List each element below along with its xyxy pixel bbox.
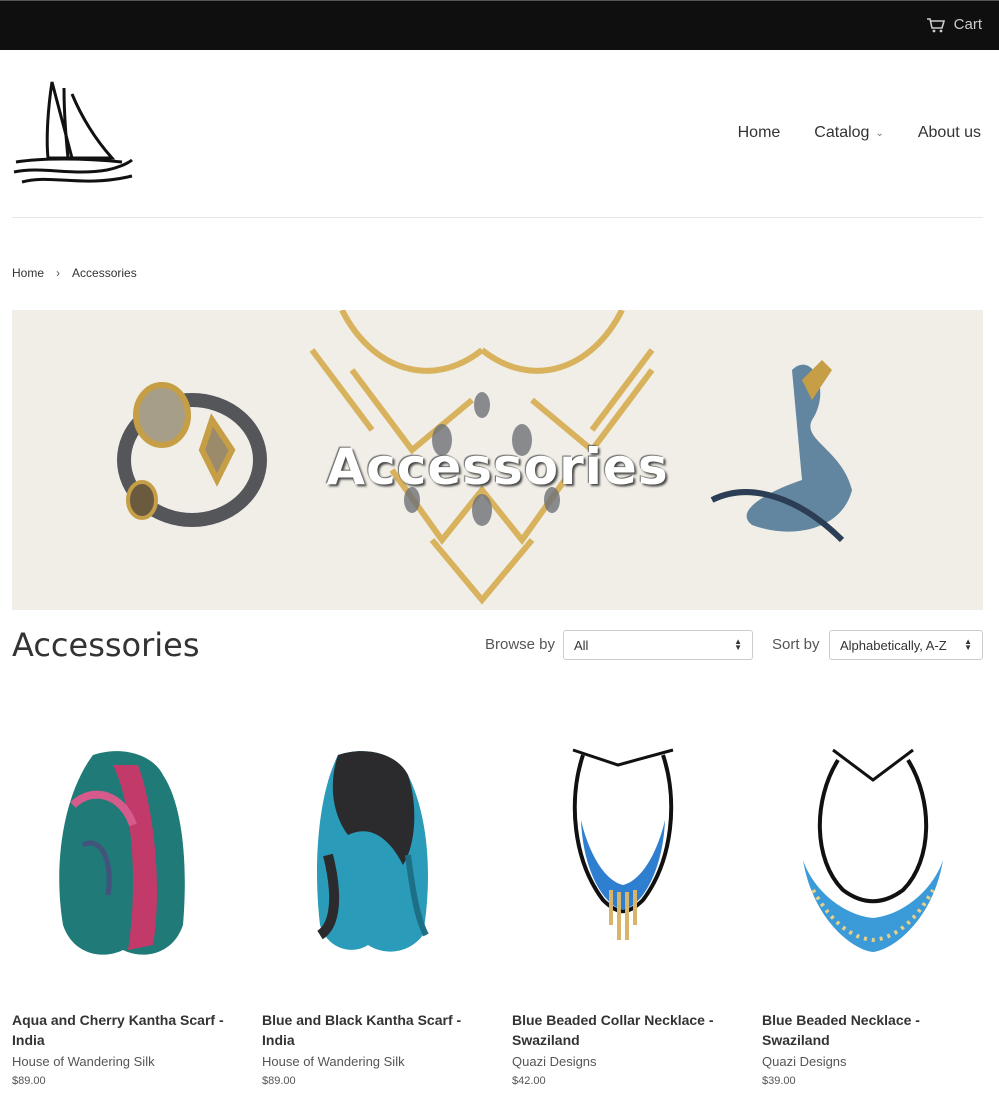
product-name[interactable]: Blue and Black Kantha Scarf - India: [262, 1010, 483, 1050]
collection-banner: Accessories: [12, 310, 983, 610]
top-bar: Cart: [0, 0, 999, 50]
browse-select-value: All: [574, 637, 589, 653]
product-grid: Aqua and Cherry Kantha Scarf - India Hou…: [12, 720, 983, 1087]
main-nav: Home Catalog ⌄ About us: [738, 124, 981, 142]
product-name[interactable]: Blue Beaded Necklace - Swaziland: [762, 1010, 983, 1050]
product-price: $89.00: [12, 1075, 46, 1087]
nav-about-label: About us: [917, 124, 981, 141]
product-card[interactable]: Blue Beaded Collar Necklace - Swaziland …: [512, 720, 733, 1087]
nav-catalog-label: Catalog: [814, 124, 870, 141]
product-image[interactable]: [262, 720, 483, 990]
sort-label: Sort by: [772, 636, 820, 653]
sort-select[interactable]: Alphabetically, A-Z ▲ ▼: [829, 630, 983, 660]
banner-title: Accessories: [326, 438, 669, 496]
breadcrumb: Home › Accessories: [12, 266, 137, 280]
nav-home-label: Home: [737, 124, 781, 141]
product-vendor: Quazi Designs: [512, 1054, 597, 1069]
browse-select[interactable]: All ▲ ▼: [563, 630, 753, 660]
product-vendor: House of Wandering Silk: [262, 1054, 405, 1069]
product-name[interactable]: Aqua and Cherry Kantha Scarf - India: [12, 1010, 233, 1050]
product-price: $42.00: [512, 1075, 546, 1087]
select-arrows-icon: ▲ ▼: [734, 637, 742, 652]
breadcrumb-separator: ›: [56, 266, 61, 280]
product-vendor: Quazi Designs: [762, 1054, 847, 1069]
product-name[interactable]: Blue Beaded Collar Necklace - Swaziland: [512, 1010, 733, 1050]
sailboat-logo[interactable]: [12, 78, 136, 190]
product-card[interactable]: Aqua and Cherry Kantha Scarf - India Hou…: [12, 720, 233, 1087]
breadcrumb-home[interactable]: Home: [12, 266, 44, 280]
select-arrows-icon: ▲ ▼: [964, 637, 972, 652]
browse-label: Browse by: [485, 636, 556, 653]
sort-select-value: Alphabetically, A-Z: [840, 637, 947, 653]
product-image[interactable]: [762, 720, 983, 990]
nav-home[interactable]: Home: [738, 124, 781, 142]
product-card[interactable]: Blue Beaded Necklace - Swaziland Quazi D…: [762, 720, 983, 1087]
product-card[interactable]: Blue and Black Kantha Scarf - India Hous…: [262, 720, 483, 1087]
cart-icon: [926, 17, 945, 32]
cart-label: Cart: [953, 16, 982, 33]
product-image[interactable]: [512, 720, 733, 990]
chevron-down-icon: ⌄: [875, 127, 884, 139]
breadcrumb-current: Accessories: [72, 266, 137, 280]
nav-about[interactable]: About us: [918, 124, 981, 142]
cart-link[interactable]: Cart: [926, 16, 982, 33]
product-price: $39.00: [762, 1075, 796, 1087]
product-vendor: House of Wandering Silk: [12, 1054, 155, 1069]
nav-catalog[interactable]: Catalog ⌄: [814, 124, 884, 142]
header-divider: [12, 217, 983, 218]
page-title: Accessories: [12, 626, 200, 664]
product-image[interactable]: [12, 720, 233, 990]
product-price: $89.00: [262, 1075, 296, 1087]
